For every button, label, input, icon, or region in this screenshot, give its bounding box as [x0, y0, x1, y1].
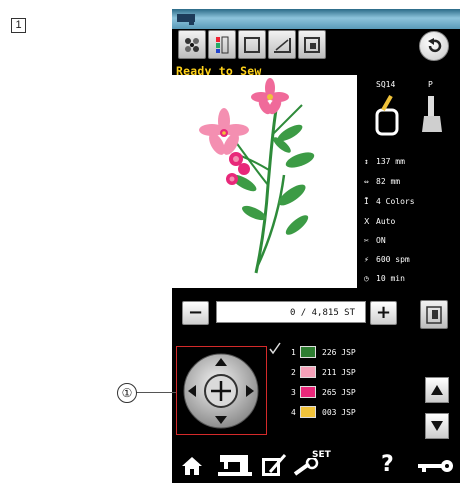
jump-stitch-icon: ꓫ	[364, 217, 370, 226]
callout-leader-line	[136, 392, 176, 393]
edit-button[interactable]	[268, 30, 296, 59]
color-list-item[interactable]: 1 226 JSP	[291, 345, 401, 359]
undo-arrow-icon	[428, 38, 442, 53]
trace-frame-icon	[244, 36, 260, 53]
home-icon[interactable]	[181, 455, 203, 477]
color-list-item[interactable]: 4 003 JSP	[291, 405, 401, 419]
info-height: ↕ 137 mm	[364, 157, 405, 166]
color-scroll-up-button[interactable]	[425, 377, 449, 403]
help-button[interactable]: ?	[381, 452, 394, 478]
stitch-back-button[interactable]: −	[182, 301, 209, 325]
hoop-layout-icon	[304, 36, 320, 53]
color-list-button[interactable]	[208, 30, 236, 59]
color-list-item[interactable]: 2 211 JSP	[291, 365, 401, 379]
edit-document-icon[interactable]	[260, 452, 288, 478]
hoop-jump-icon	[426, 305, 442, 324]
color-swatch	[300, 346, 316, 358]
embroidery-pattern-icon	[185, 37, 199, 52]
color-swatch	[300, 406, 316, 418]
triangle-up-icon	[431, 385, 443, 395]
info-speed: ⚡ 600 spm	[364, 255, 410, 264]
figure-step-label: 1	[11, 18, 26, 33]
info-thread-cutter: ✂ ON	[364, 236, 386, 245]
back-button[interactable]	[419, 31, 449, 61]
presser-foot-icon	[422, 96, 442, 132]
machine-mode-icon	[177, 14, 195, 25]
stitch-forward-button[interactable]: +	[370, 301, 397, 325]
ruler-edit-icon	[274, 37, 291, 53]
color-swatch	[300, 386, 316, 398]
hoop-icon	[375, 95, 399, 136]
color-swatch	[300, 366, 316, 378]
key-lock-icon[interactable]	[417, 457, 455, 475]
screen-top-strip	[172, 9, 460, 29]
flower-design-image	[199, 78, 315, 274]
set-label: SET	[312, 450, 331, 460]
color-list-item[interactable]: 3 265 JSP	[291, 385, 401, 399]
jog-key[interactable]	[180, 351, 262, 431]
thread-cutter-icon: ✂	[364, 236, 369, 245]
wrench-icon	[293, 458, 319, 476]
info-colors: Ī4 Colors	[364, 197, 415, 206]
stitch-counter: 0 / 4,815 ST	[216, 301, 366, 323]
clock-icon: ◷	[364, 274, 369, 283]
trace-button[interactable]	[238, 30, 266, 59]
info-width: ⇔ 82 mm	[364, 177, 401, 186]
info-jump-stitch: ꓫ Auto	[364, 217, 396, 226]
height-icon: ↕	[364, 157, 369, 166]
pattern-select-button[interactable]	[178, 30, 206, 59]
callout-number: ①	[117, 383, 137, 403]
layout-button[interactable]	[298, 30, 326, 59]
hoop-code: SQ14	[376, 80, 396, 89]
width-icon: ⇔	[364, 177, 369, 186]
triangle-down-icon	[431, 421, 443, 431]
checkmark-icon	[269, 342, 281, 355]
spool-icon: Ī	[364, 197, 369, 206]
sewing-mode-icon[interactable]	[218, 452, 252, 478]
set-mode-button[interactable]: SET	[293, 450, 333, 479]
color-scroll-down-button[interactable]	[425, 413, 449, 439]
stitch-jump-button[interactable]	[420, 300, 448, 329]
speed-icon: ⚡	[364, 255, 369, 264]
color-bars-icon	[216, 36, 229, 53]
presser-foot-code: P	[428, 80, 433, 89]
info-time: ◷ 10 min	[364, 274, 405, 283]
embroidery-preview	[172, 75, 357, 288]
